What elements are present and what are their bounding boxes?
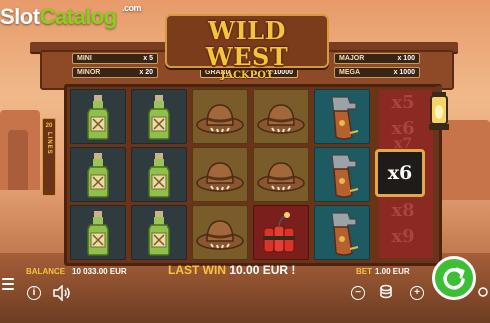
- menu-icon[interactable]: [2, 278, 14, 290]
- reel-cell-dynamite: [253, 205, 309, 260]
- last-win-value: 10.00 EUR !: [229, 263, 296, 277]
- reel-cell-bottle: [70, 205, 126, 260]
- speaker-icon[interactable]: [53, 285, 71, 301]
- lines-label: LINES: [46, 132, 52, 155]
- bottle-icon: [78, 209, 118, 257]
- reel-cell-holster: [314, 147, 370, 202]
- last-win: LAST WIN 10.00 EUR !: [168, 263, 295, 277]
- dynamite-icon: [258, 210, 304, 256]
- watermark-brand-b: Catalog: [39, 4, 118, 29]
- game-subtitle: JACKPOT: [220, 70, 274, 81]
- reel-cell-bottle: [131, 147, 187, 202]
- multiplier-ghost: x8: [391, 200, 415, 221]
- hat-icon: [256, 97, 306, 137]
- holster-icon: [322, 151, 362, 199]
- bet-label: BET: [356, 267, 372, 276]
- info-icon[interactable]: i: [27, 286, 41, 300]
- balance-label: BALANCE: [26, 267, 66, 276]
- hat-icon: [195, 155, 245, 195]
- jackpot-major: MAJOR x 100: [334, 53, 420, 64]
- game-title-sign: WILD WEST JACKPOT: [165, 14, 329, 81]
- plus-icon[interactable]: +: [410, 286, 424, 300]
- watermark-brand-a: Slot: [0, 4, 40, 29]
- reel-cell-bottle: [131, 89, 187, 144]
- lines-indicator: 20 LINES: [42, 118, 56, 196]
- coin-stack-icon[interactable]: [379, 284, 393, 301]
- jackpot-minor: MINOR x 20: [72, 67, 158, 78]
- balance-value: 10 033.00 EUR: [72, 267, 127, 276]
- jackpot-mega: MEGA x 1000: [334, 67, 420, 78]
- bottle-icon: [139, 151, 179, 199]
- reel-cell-bottle: [70, 89, 126, 144]
- bet-value: 1.00 EUR: [375, 267, 410, 276]
- jackpot-mini: MINI x 5: [72, 53, 158, 64]
- holster-icon: [322, 209, 362, 257]
- active-multiplier: x6: [375, 149, 425, 197]
- bottle-icon: [78, 93, 118, 141]
- watermark-suffix: .com: [122, 3, 142, 13]
- bottle-icon: [139, 93, 179, 141]
- multiplier-ghost: x9: [391, 226, 415, 247]
- reel-cell-bottle: [131, 205, 187, 260]
- lines-count: 20: [45, 123, 53, 129]
- last-win-label: LAST WIN: [168, 263, 226, 277]
- reel-cell-hat: [192, 205, 248, 260]
- bottle-icon: [78, 151, 118, 199]
- hat-icon: [195, 97, 245, 137]
- reel-cell-hat: [253, 89, 309, 144]
- reel-cell-hat: [192, 89, 248, 144]
- multiplier-ghost: x5: [391, 92, 415, 113]
- watermark-logo: SlotCatalog .com: [0, 3, 142, 30]
- spin-button[interactable]: [432, 256, 476, 300]
- reel-cell-holster: [314, 89, 370, 144]
- spin-icon: [443, 267, 465, 290]
- game-screen: SlotCatalog .com MINI x 5 MINOR x 20 GRAND…: [0, 0, 490, 323]
- reel-cell-hat: [253, 147, 309, 202]
- autoplay-icon[interactable]: [478, 282, 488, 302]
- hat-icon: [256, 155, 306, 195]
- hat-icon: [195, 213, 245, 253]
- bottle-icon: [139, 209, 179, 257]
- minus-icon[interactable]: −: [351, 286, 365, 300]
- holster-icon: [322, 93, 362, 141]
- reel-cell-holster: [314, 205, 370, 260]
- reel-cell-hat: [192, 147, 248, 202]
- reel-cell-bottle: [70, 147, 126, 202]
- game-title: WILD WEST: [205, 16, 289, 71]
- mesa-rock: [8, 130, 28, 190]
- lantern-icon: [429, 86, 449, 130]
